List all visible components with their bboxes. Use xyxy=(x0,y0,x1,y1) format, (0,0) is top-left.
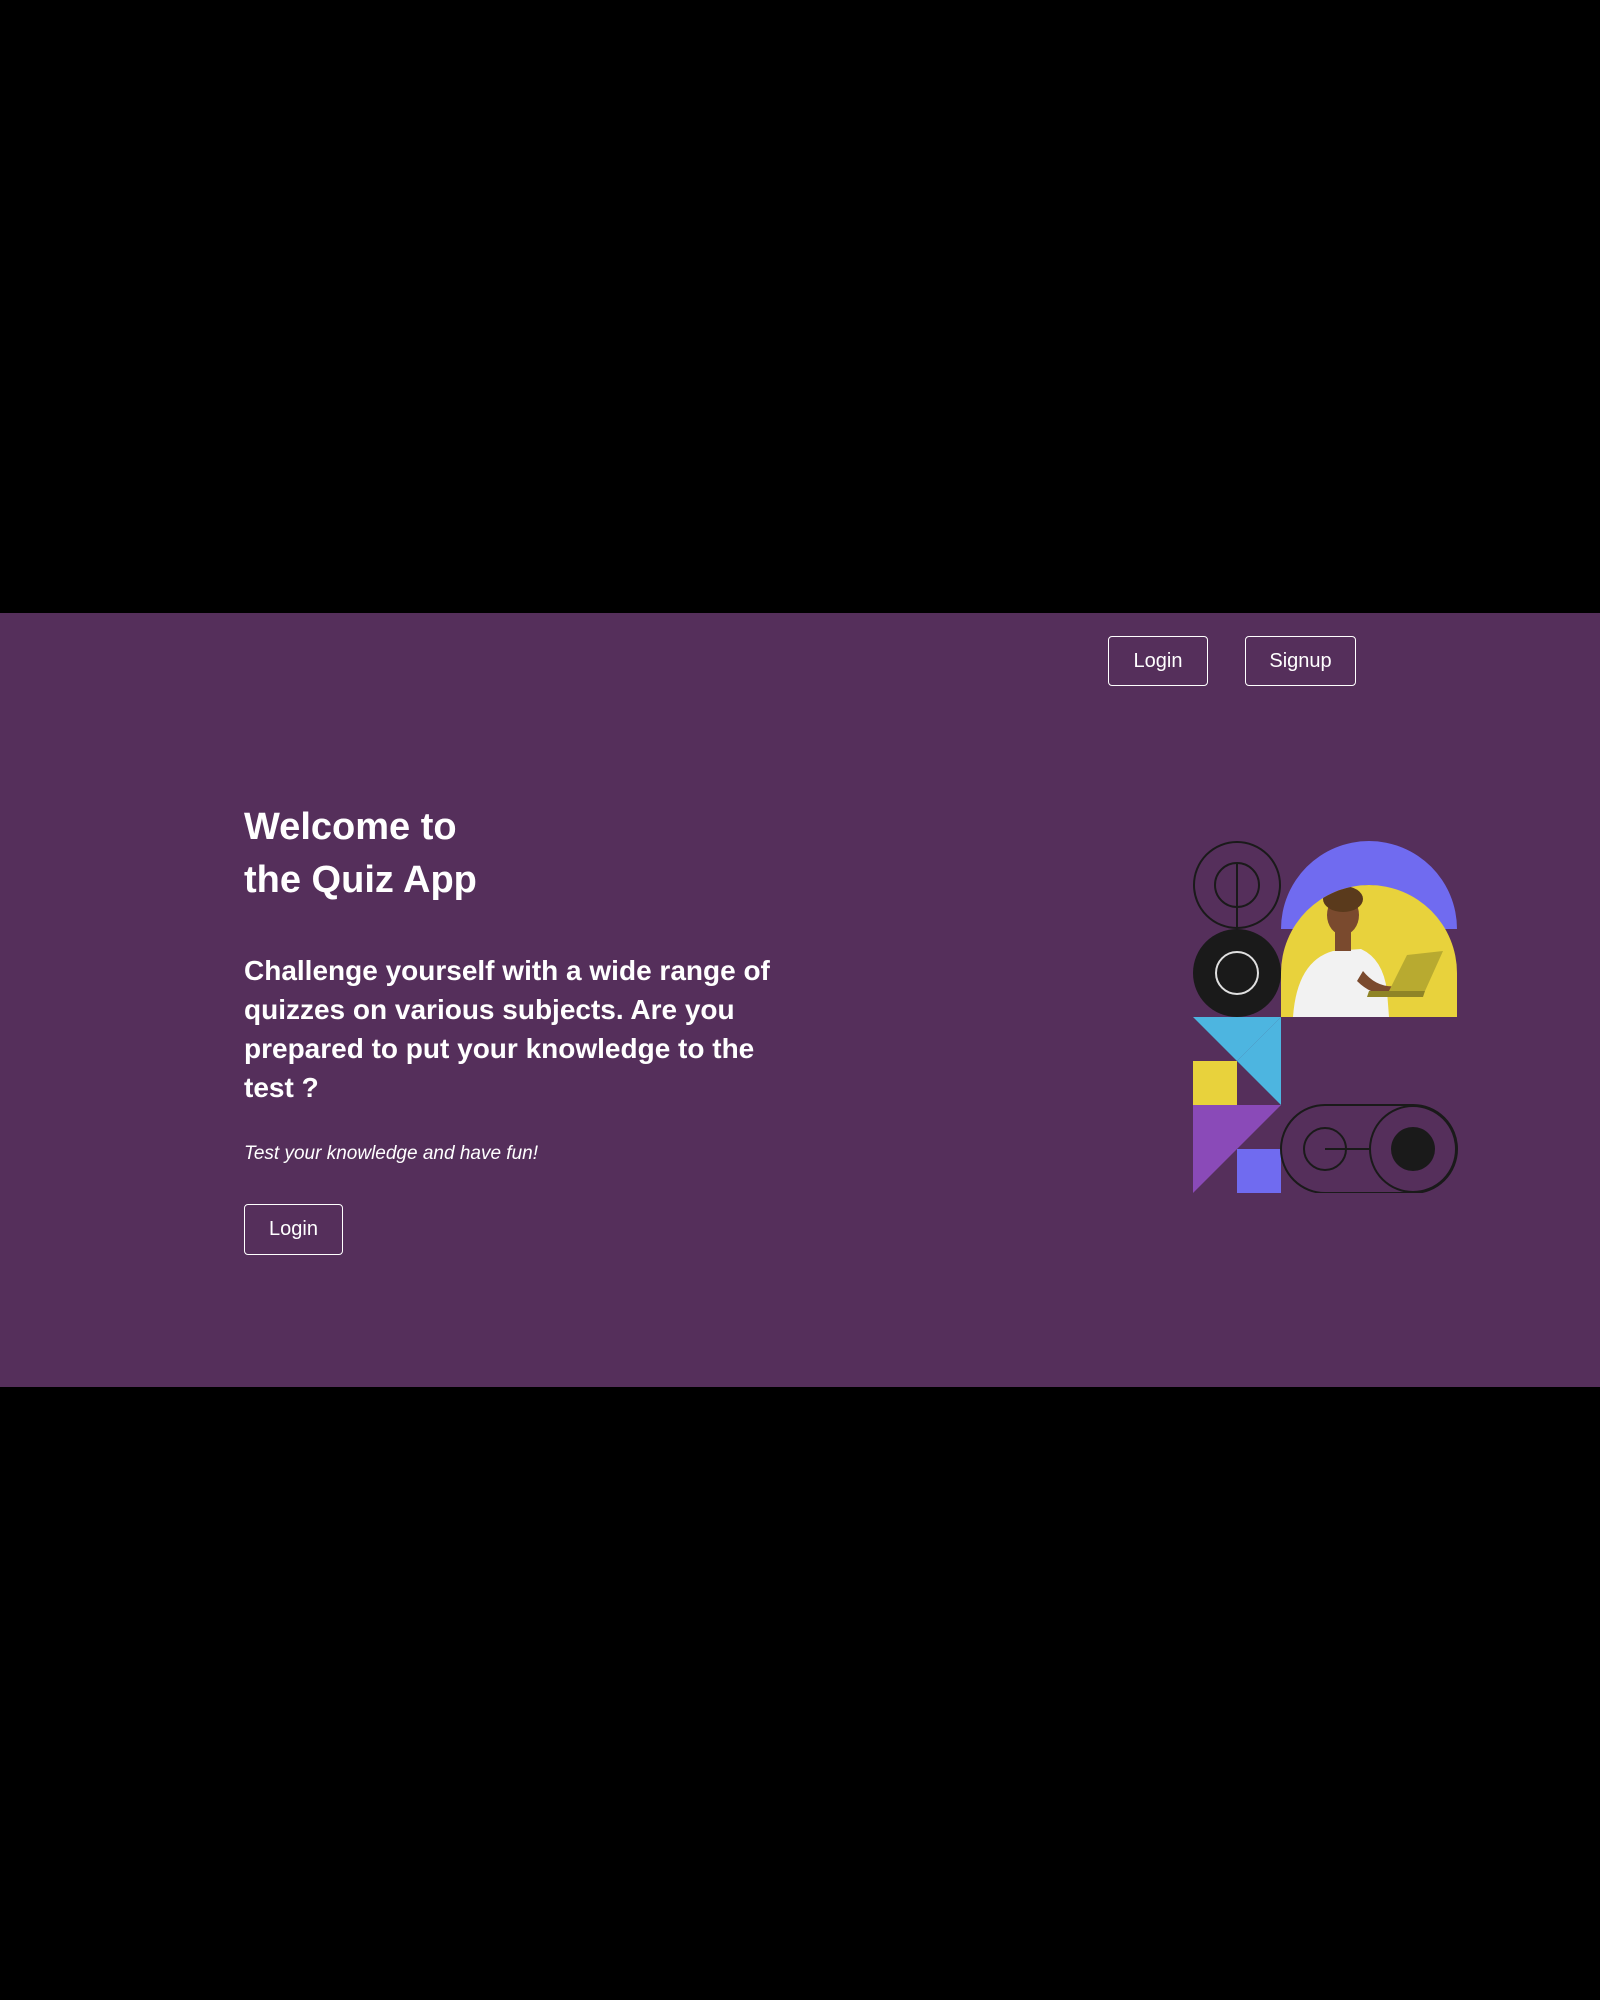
nav-login-button[interactable]: Login xyxy=(1108,636,1208,686)
black-ring-shape xyxy=(1193,929,1281,1017)
title-line-2: the Quiz App xyxy=(244,859,477,901)
pill-toggle-shape xyxy=(1280,1104,1458,1193)
title-line-1: Welcome to xyxy=(244,806,457,848)
hero-subtitle: Challenge yourself with a wide range of … xyxy=(244,955,770,1103)
nav-signup-button[interactable]: Signup xyxy=(1245,636,1356,686)
periwinkle-square-shape xyxy=(1237,1149,1281,1193)
page-title: Welcome to the Quiz App xyxy=(244,801,644,907)
hero-login-button[interactable]: Login xyxy=(244,1204,343,1255)
quiz-illustration xyxy=(1193,841,1458,1193)
yellow-square-shape xyxy=(1193,1061,1237,1105)
hero-tagline: Test your knowledge and have fun! xyxy=(244,1143,538,1164)
hero-section: Login Signup Welcome to the Quiz App Cha… xyxy=(0,613,1600,1387)
